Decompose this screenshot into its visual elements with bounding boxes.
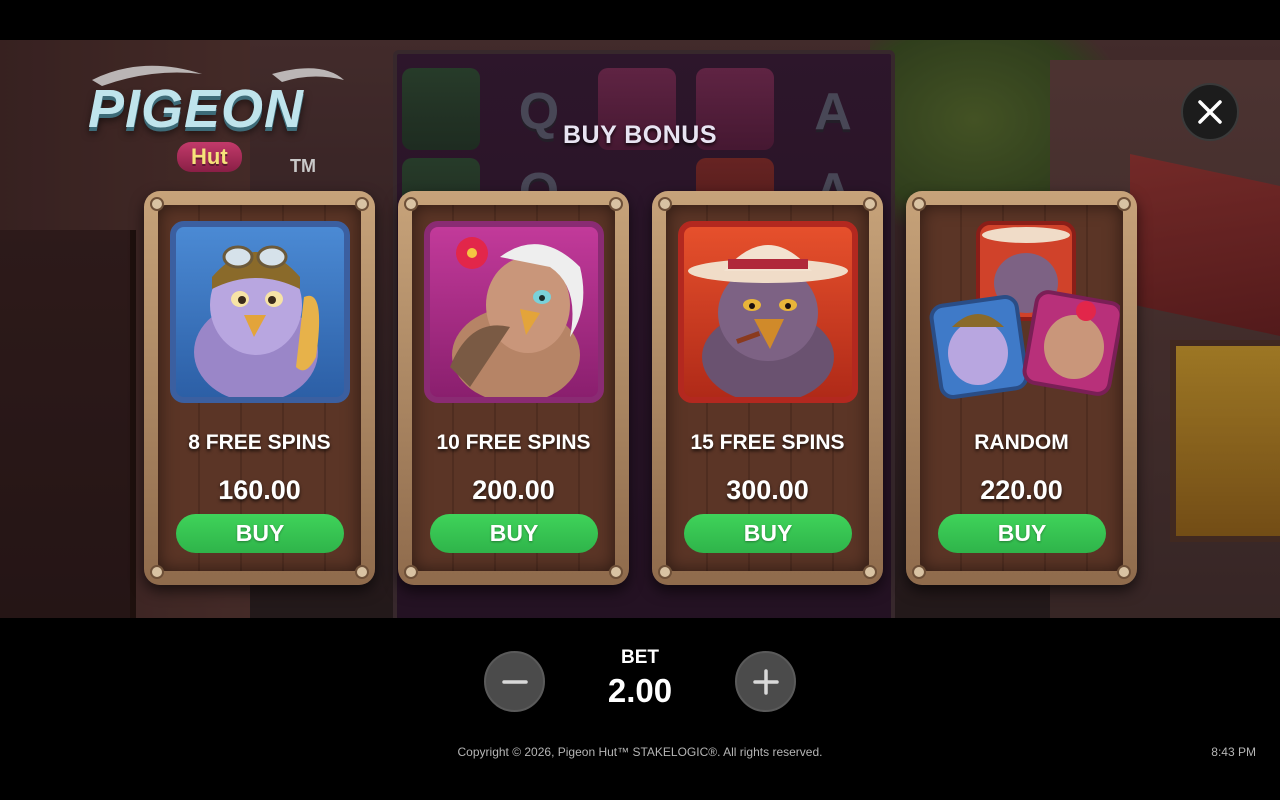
trademark-mark: TM (290, 156, 316, 176)
close-icon (1198, 100, 1222, 124)
random-pigeons-icon (929, 221, 1120, 399)
price-value: 160.00 (218, 475, 301, 505)
bet-value: 2.00 (607, 672, 673, 709)
bonus-card-8-free-spins: 8 FREE SPINS 160.00 BUY (144, 191, 375, 585)
random-pigeons-portrait (929, 221, 1120, 403)
spins-label: 10 FREE SPINS (436, 431, 591, 454)
copyright-text: Copyright © 2026, Pigeon Hut™ STAKELOGIC… (457, 745, 823, 759)
minus-icon (501, 679, 528, 684)
increase-bet-button[interactable] (735, 651, 796, 712)
gangster-pigeon-portrait (678, 221, 858, 403)
bet-label: BET (621, 647, 659, 668)
close-button[interactable] (1181, 83, 1239, 141)
bonus-card-15-free-spins: 15 FREE SPINS 300.00 BUY (652, 191, 883, 585)
aviator-pigeon-portrait (170, 221, 350, 403)
price-value: 220.00 (980, 475, 1063, 505)
plus-icon (752, 668, 779, 695)
price-value: 300.00 (726, 475, 809, 505)
price-value: 200.00 (472, 475, 555, 505)
bonus-card-random: RANDOM 220.00 BUY (906, 191, 1137, 585)
clock: 8:43 PM (1211, 745, 1256, 759)
buy-button[interactable]: BUY (430, 514, 598, 553)
diva-pigeon-portrait (424, 221, 604, 403)
bonus-card-10-free-spins: 10 FREE SPINS 200.00 BUY (398, 191, 629, 585)
aviator-pigeon-icon (194, 245, 320, 397)
spins-label: 15 FREE SPINS (690, 431, 845, 454)
buy-button[interactable]: BUY (938, 514, 1106, 553)
buy-button[interactable]: BUY (176, 514, 344, 553)
buy-button[interactable]: BUY (684, 514, 852, 553)
dialog-title: BUY BONUS (562, 121, 718, 149)
gangster-pigeon-icon (688, 245, 848, 397)
spins-label: 8 FREE SPINS (188, 431, 331, 454)
diva-pigeon-icon (450, 237, 584, 397)
spins-label: RANDOM (974, 431, 1069, 454)
decrease-bet-button[interactable] (484, 651, 545, 712)
